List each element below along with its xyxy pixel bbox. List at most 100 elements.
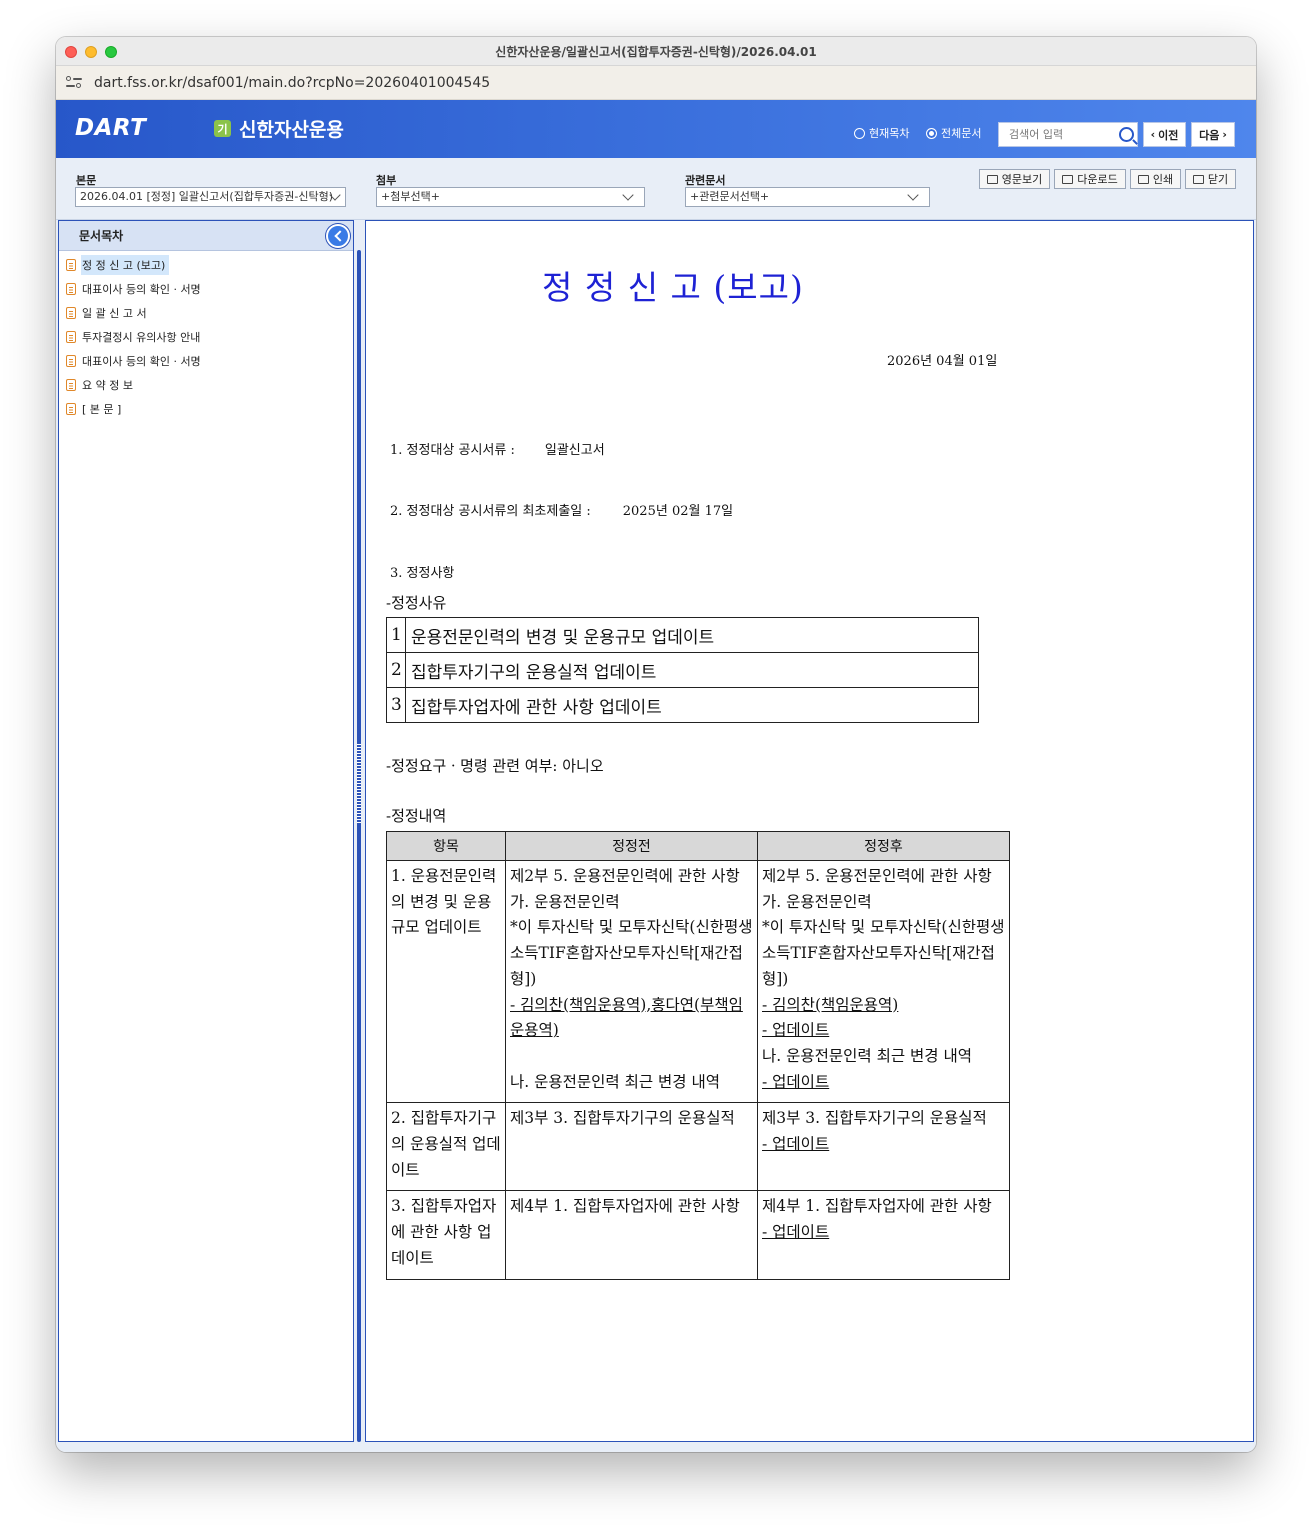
document-icon: [66, 307, 76, 319]
radio-all-docs[interactable]: 전체문서: [926, 125, 981, 141]
attach-select[interactable]: +첨부선택+: [376, 187, 645, 207]
target-doc-value: 일괄신고서: [544, 443, 605, 458]
after-line: *이 투자신탁 및 모투자신탁(신한평생소득TIF혼합자산모투자신탁[재간접형]…: [762, 918, 1005, 988]
print-label: 인쇄: [1152, 173, 1174, 186]
printer-icon: [1137, 174, 1149, 184]
detail-table: 항목 정정전 정정후 1. 운용전문인력의 변경 및 운용규모 업데이트 제2부…: [386, 831, 1010, 1280]
splitter-bar[interactable]: [357, 250, 361, 1442]
document-viewer: 정 정 신 고 (보고) 2026년 04월 01일 1. 정정대상 공시서류 …: [365, 220, 1254, 1442]
row-before: 제2부 5. 운용전문인력에 관한 사항 가. 운용전문인력 *이 투자신탁 및…: [505, 859, 758, 1104]
document-icon: [66, 379, 76, 391]
after-line: - 업데이트: [762, 1021, 830, 1040]
table-row: 1 운용전문인력의 변경 및 운용규모 업데이트: [386, 617, 979, 653]
toc-item[interactable]: 대표이사 등의 확인 · 서명: [66, 277, 353, 301]
target-doc-line: 1. 정정대상 공시서류 : 일괄신고서: [390, 439, 605, 458]
minimize-window-button[interactable]: [85, 46, 97, 58]
chevron-right-icon: ›: [1222, 128, 1227, 141]
before-line: - 김의찬(책임운용역),홍다연(부책임운용역): [510, 995, 743, 1040]
url-text[interactable]: dart.fss.or.kr/dsaf001/main.do?rcpNo=202…: [94, 75, 490, 91]
address-bar[interactable]: dart.fss.or.kr/dsaf001/main.do?rcpNo=202…: [56, 66, 1256, 100]
after-line: - 업데이트: [762, 1135, 830, 1154]
row-after: 제3부 3. 집합투자기구의 운용실적 - 업데이트: [757, 1102, 1010, 1192]
search-icon[interactable]: [1119, 127, 1134, 142]
toc-item-label: [ 본 문 ]: [82, 403, 122, 416]
window-title: 신한자산운용/일괄신고서(집합투자증권-신탁형)/2026.04.01: [495, 44, 817, 59]
first-submit-label: 2. 정정대상 공시서류의 최초제출일 :: [390, 504, 591, 519]
toc-item-label: 투자결정시 유의사항 안내: [82, 331, 201, 344]
english-view-button[interactable]: 영문보기: [979, 169, 1050, 189]
next-button-label: 다음: [1199, 128, 1220, 142]
panel-splitter[interactable]: [356, 250, 362, 1442]
toc-item[interactable]: 일 괄 신 고 서: [66, 301, 353, 325]
reason-num: 1: [386, 617, 406, 653]
title-bar: 신한자산운용/일괄신고서(집합투자증권-신탁형)/2026.04.01: [56, 37, 1256, 66]
chevron-left-icon: ‹: [1150, 128, 1156, 141]
before-line: 가. 운용전문인력: [510, 892, 620, 911]
row-item: 2. 집합투자기구의 운용실적 업데이트: [386, 1102, 506, 1192]
radio-current-toc-circle[interactable]: [854, 127, 865, 139]
chevron-down-icon: [907, 189, 919, 201]
target-doc-label: 1. 정정대상 공시서류 :: [390, 443, 515, 458]
close-window-button[interactable]: [65, 46, 77, 58]
site-settings-icon[interactable]: [66, 75, 82, 90]
toc-item[interactable]: [ 본 문 ]: [66, 397, 353, 421]
company-name: 신한자산운용: [239, 119, 344, 141]
reason-text: 운용전문인력의 변경 및 운용규모 업데이트: [405, 617, 979, 653]
related-select[interactable]: +관련문서선택+: [685, 187, 930, 207]
toc-item-label: 일 괄 신 고 서: [82, 307, 147, 320]
before-line: 제3부 3. 집합투자기구의 운용실적: [510, 1109, 735, 1128]
splitter-grip[interactable]: [357, 744, 361, 824]
toc-panel: 문서목차 정 정 신 고 (보고) 대표이사 등의 확인 · 서명 일 괄 신 …: [58, 220, 354, 1442]
attach-label: 첨부: [376, 174, 397, 187]
list-icon: [1192, 174, 1204, 184]
doc-title: 정 정 신 고 (보고): [542, 268, 804, 307]
dart-logo[interactable]: DART: [75, 115, 146, 141]
company-badge: 기: [214, 120, 231, 137]
prev-button[interactable]: ‹ 이전: [1143, 122, 1186, 147]
content-area: 문서목차 정 정 신 고 (보고) 대표이사 등의 확인 · 서명 일 괄 신 …: [56, 220, 1256, 1452]
table-row: 1. 운용전문인력의 변경 및 운용규모 업데이트 제2부 5. 운용전문인력에…: [386, 859, 1010, 1104]
download-button[interactable]: 다운로드: [1054, 169, 1126, 189]
maximize-window-button[interactable]: [105, 46, 117, 58]
window-controls: [65, 46, 117, 58]
document-toolbar: 본문 2026.04.01 [정정] 일괄신고서(집합투자증권-신탁형) 첨부 …: [56, 158, 1256, 220]
after-line: - 김의찬(책임운용역): [762, 995, 899, 1014]
company-title: 기 신한자산운용: [214, 115, 344, 142]
reason-table: 1 운용전문인력의 변경 및 운용규모 업데이트 2 집합투자기구의 운용실적 …: [386, 617, 979, 723]
related-select-value: +관련문서선택+: [690, 190, 770, 203]
row-before: 제3부 3. 집합투자기구의 운용실적: [505, 1102, 758, 1192]
document-icon: [66, 259, 76, 271]
close-doc-button[interactable]: 닫기: [1185, 169, 1236, 189]
first-submit-line: 2. 정정대상 공시서류의 최초제출일 : 2025년 02월 17일: [390, 500, 733, 519]
document-icon: [66, 355, 76, 367]
row-item-text: 1. 운용전문인력의 변경 및 운용규모 업데이트: [391, 867, 497, 937]
close-doc-label: 닫기: [1207, 173, 1229, 186]
document-icon: [66, 331, 76, 343]
radio-current-toc[interactable]: 현재목차: [854, 125, 909, 141]
toc-item[interactable]: 요 약 정 보: [66, 373, 353, 397]
toc-item[interactable]: 투자결정시 유의사항 안내: [66, 325, 353, 349]
monitor-icon: [986, 174, 998, 184]
chevron-down-icon: [622, 189, 634, 201]
radio-all-docs-circle[interactable]: [926, 127, 937, 139]
search-input[interactable]: 검색어 입력: [998, 122, 1138, 147]
detail-title: -정정내역: [386, 807, 447, 825]
collapse-toc-button[interactable]: [326, 224, 350, 248]
toc-header: 문서목차: [59, 221, 353, 251]
toc-item[interactable]: 대표이사 등의 확인 · 서명: [66, 349, 353, 373]
toc-title: 문서목차: [79, 229, 124, 243]
before-line: 제4부 1. 집합투자업자에 관한 사항: [510, 1197, 740, 1216]
prev-button-label: 이전: [1158, 128, 1179, 142]
search-placeholder: 검색어 입력: [1009, 128, 1064, 141]
print-button[interactable]: 인쇄: [1130, 169, 1181, 189]
main-doc-select[interactable]: 2026.04.01 [정정] 일괄신고서(집합투자증권-신탁형): [75, 187, 346, 207]
reason-title: -정정사유: [386, 594, 447, 612]
main-doc-label: 본문: [76, 174, 97, 187]
table-row: 2 집합투자기구의 운용실적 업데이트: [386, 652, 979, 688]
row-item-text: 3. 집합투자업자에 관한 사항 업데이트: [391, 1197, 497, 1267]
after-line: 제3부 3. 집합투자기구의 운용실적: [762, 1109, 987, 1128]
table-row: 2. 집합투자기구의 운용실적 업데이트 제3부 3. 집합투자기구의 운용실적…: [386, 1102, 1010, 1192]
next-button[interactable]: 다음 ›: [1191, 122, 1235, 147]
toc-item[interactable]: 정 정 신 고 (보고): [66, 253, 353, 277]
